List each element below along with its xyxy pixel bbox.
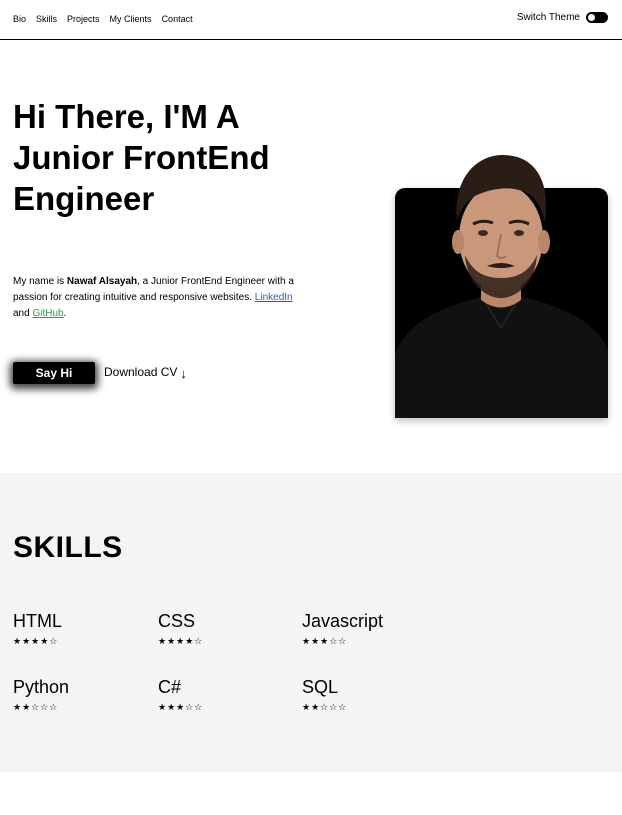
skill-name: SQL	[302, 677, 339, 697]
download-cv-label: Download CV	[104, 365, 178, 379]
download-cv-button[interactable]: Download CV ↓	[104, 365, 187, 381]
desc-period: .	[63, 308, 67, 319]
skill-sql: SQL ★★☆☆☆	[302, 676, 432, 713]
skills-title: SKILLS	[13, 531, 123, 564]
nav-links: Bio Skills Projects My Clients Contact	[13, 14, 193, 24]
skill-rating-stars: ★★☆☆☆	[13, 702, 59, 712]
skill-python: Python ★★☆☆☆	[13, 676, 143, 713]
hero-description: My name is Nawaf Alsayah, a Junior Front…	[13, 274, 298, 322]
skill-rating-stars: ★★☆☆☆	[302, 702, 348, 712]
skill-rating-stars: ★★★★☆	[13, 636, 59, 646]
skill-rating-stars: ★★★☆☆	[302, 636, 348, 646]
say-hi-button[interactable]: Say Hi	[13, 362, 95, 384]
nav-link-contact[interactable]: Contact	[162, 14, 193, 24]
nav-link-skills[interactable]: Skills	[36, 14, 57, 24]
skill-name: Python	[13, 677, 70, 697]
skill-javascript: Javascript ★★★☆☆	[302, 610, 432, 647]
author-name: Nawaf Alsayah	[66, 276, 138, 287]
nav-link-projects[interactable]: Projects	[67, 14, 100, 24]
nav-link-bio[interactable]: Bio	[13, 14, 26, 24]
github-link[interactable]: GitHub	[32, 308, 63, 319]
profile-photo	[395, 155, 608, 418]
toggle-knob	[588, 14, 595, 21]
theme-switch[interactable]: Switch Theme	[517, 12, 608, 23]
linkedin-link[interactable]: LinkedIn	[255, 292, 293, 303]
skill-name: HTML	[13, 611, 62, 631]
skill-css: CSS ★★★★☆	[158, 610, 288, 647]
download-arrow-icon: ↓	[180, 366, 187, 381]
skill-name: C#	[158, 677, 182, 697]
theme-toggle[interactable]	[586, 12, 608, 23]
desc-prefix: My name is	[13, 276, 67, 287]
skill-rating-stars: ★★★☆☆	[158, 702, 204, 712]
nav-link-my-clients[interactable]: My Clients	[110, 14, 152, 24]
skill-rating-stars: ★★★★☆	[158, 636, 204, 646]
skill-csharp: C# ★★★☆☆	[158, 676, 288, 713]
top-navbar: Bio Skills Projects My Clients Contact S…	[0, 0, 622, 40]
desc-and: and	[13, 308, 33, 319]
skill-name: CSS	[158, 611, 196, 631]
skills-section: SKILLS HTML ★★★★☆ CSS ★★★★☆ Javascript ★…	[0, 473, 622, 772]
skill-name: Javascript	[302, 611, 384, 631]
skill-html: HTML ★★★★☆	[13, 610, 143, 647]
theme-switch-label: Switch Theme	[516, 12, 580, 23]
hero-title: Hi There, I'M A Junior FrontEnd Engineer	[13, 98, 270, 217]
